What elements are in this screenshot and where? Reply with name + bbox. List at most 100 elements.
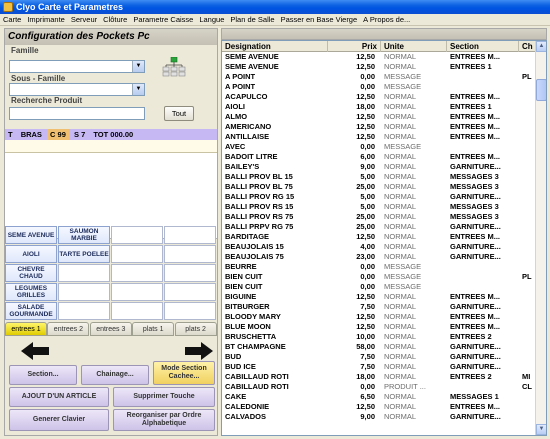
table-cell: BUD [225, 352, 242, 361]
table-row[interactable]: BARDITAGE 12,50 NORMAL ENTREES M... [222, 232, 536, 242]
category-tab[interactable]: entrees 2 [47, 322, 90, 336]
scroll-thumb[interactable] [536, 79, 546, 101]
famille-combo[interactable]: ▼ [9, 60, 145, 73]
table-row[interactable]: BADOIT LITRE 6,00 NORMAL ENTREES M... [222, 152, 536, 162]
menu-item[interactable]: Passer en Base Vierge [278, 14, 361, 26]
category-tab[interactable]: plats 1 [132, 322, 175, 336]
table-row[interactable]: BAILEY'S 9,00 NORMAL GARNITURE... [222, 162, 536, 172]
table-row[interactable]: CABILLAUD ROTI 0,00 PRODUIT ... CL [222, 382, 536, 392]
quick-product-key[interactable]: CHEVRE CHAUD [5, 264, 57, 282]
column-header[interactable]: Designation [222, 41, 328, 52]
recherche-produit-input[interactable] [9, 107, 145, 120]
table-row[interactable]: CAKE 6,50 NORMAL MESSAGES 1 [222, 392, 536, 402]
table-row[interactable]: BITBURGER 7,50 NORMAL GARNITURE... [222, 302, 536, 312]
table-row[interactable]: BALLI PROV RG 15 5,00 NORMAL GARNITURE... [222, 192, 536, 202]
table-row[interactable]: BIGUINE 12,50 NORMAL ENTREES M... [222, 292, 536, 302]
menu-item[interactable]: Langue [196, 14, 227, 26]
table-cell: GARNITURE... [450, 342, 501, 351]
mode-section-cachee-button[interactable]: Mode Section Cachee... [153, 361, 215, 385]
menu-item[interactable]: Plan de Salle [227, 14, 277, 26]
table-row[interactable]: CALVADOS 9,00 NORMAL GARNITURE... [222, 412, 536, 422]
table-row[interactable]: BEURRE 0,00 MESSAGE [222, 262, 536, 272]
table-row[interactable]: CALEDONIE 12,50 NORMAL ENTREES M... [222, 402, 536, 412]
table-row[interactable]: CABILLAUD ROTI 18,00 NORMAL ENTREES 2 MI [222, 372, 536, 382]
menu-item[interactable]: Imprimante [24, 14, 68, 26]
empty-key[interactable] [111, 264, 163, 282]
empty-key[interactable] [111, 245, 163, 263]
generer-clavier-button[interactable]: Generer Clavier [9, 409, 109, 431]
table-row[interactable]: AIOLI 18,00 NORMAL ENTREES 1 [222, 102, 536, 112]
articles-table[interactable]: Designation Prix Unite Section Ch SEME AVENU… [221, 40, 547, 436]
quick-product-key[interactable]: SEME AVENUE [5, 226, 57, 244]
table-row[interactable]: BRUSCHETTA 10,00 NORMAL ENTREES 2 [222, 332, 536, 342]
category-tab[interactable]: entrees 3 [89, 322, 132, 336]
table-cell: NORMAL [384, 192, 417, 201]
column-header[interactable]: Ch [519, 41, 536, 52]
empty-key[interactable] [58, 302, 110, 320]
column-header[interactable]: Prix [328, 41, 381, 52]
table-row[interactable]: ALMO 12,50 NORMAL ENTREES M... [222, 112, 536, 122]
category-tab[interactable]: entrees 1 [5, 322, 47, 336]
menu-item[interactable]: Parametre Caisse [130, 14, 196, 26]
empty-key[interactable] [111, 226, 163, 244]
menu-item[interactable]: Clôture [100, 14, 130, 26]
section-button[interactable]: Section... [9, 365, 77, 385]
category-tab[interactable]: plats 2 [174, 322, 217, 336]
empty-key[interactable] [164, 283, 216, 301]
table-row[interactable]: BUD 7,50 NORMAL GARNITURE... [222, 352, 536, 362]
scroll-down-icon[interactable]: ▼ [536, 424, 546, 435]
table-row[interactable]: BIEN CUIT 0,00 MESSAGE [222, 282, 536, 292]
table-row[interactable]: BALLI PROV BL 15 5,00 NORMAL MESSAGES 3 [222, 172, 536, 182]
table-row[interactable]: BALLI PROV RS 15 5,00 NORMAL MESSAGES 3 [222, 202, 536, 212]
scroll-up-icon[interactable]: ▲ [536, 41, 546, 52]
table-row[interactable]: BT CHAMPAGNE 58,00 NORMAL GARNITURE... [222, 342, 536, 352]
table-row[interactable]: BUD ICE 7,50 NORMAL GARNITURE... [222, 362, 536, 372]
table-row[interactable]: ACAPULCO 12,50 NORMAL ENTREES M... [222, 92, 536, 102]
table-row[interactable]: BLOODY MARY 12,50 NORMAL ENTREES M... [222, 312, 536, 322]
table-row[interactable]: BEAUJOLAIS 75 23,00 NORMAL GARNITURE... [222, 252, 536, 262]
ajout-article-button[interactable]: AJOUT D'UN ARTICLE [9, 387, 109, 407]
table-row[interactable]: AVEC 0,00 MESSAGE [222, 142, 536, 152]
table-row[interactable]: BALLI PROV RS 75 25,00 NORMAL MESSAGES 3 [222, 212, 536, 222]
empty-key[interactable] [58, 264, 110, 282]
table-row[interactable]: BALLI PROV BL 75 25,00 NORMAL MESSAGES 3 [222, 182, 536, 192]
empty-key[interactable] [164, 226, 216, 244]
empty-key[interactable] [164, 245, 216, 263]
empty-key[interactable] [111, 302, 163, 320]
empty-key[interactable] [111, 283, 163, 301]
chevron-down-icon[interactable]: ▼ [132, 84, 144, 95]
arrow-right-icon[interactable] [183, 341, 215, 361]
chainage-button[interactable]: Chainage... [81, 365, 149, 385]
table-row[interactable]: AMERICANO 12,50 NORMAL ENTREES M... [222, 122, 536, 132]
empty-key[interactable] [164, 264, 216, 282]
table-row[interactable]: BEAUJOLAIS 15 4,00 NORMAL GARNITURE... [222, 242, 536, 252]
reorganiser-button[interactable]: Reorganiser par Ordre Alphabetique [113, 409, 215, 431]
supprimer-touche-button[interactable]: Supprimer Touche [113, 387, 215, 407]
chevron-down-icon[interactable]: ▼ [132, 61, 144, 72]
table-row[interactable]: A POINT 0,00 MESSAGE [222, 82, 536, 92]
table-row[interactable]: A POINT 0,00 MESSAGE PL [222, 72, 536, 82]
quick-product-key[interactable]: SALADE GOURMANDE [5, 302, 57, 320]
quick-product-key[interactable]: TARTE POELEE [58, 245, 110, 263]
quick-product-key[interactable]: SAUMON MARBIE [58, 226, 110, 244]
sous-famille-combo[interactable]: ▼ [9, 83, 145, 96]
column-header[interactable]: Section [447, 41, 519, 52]
tout-button[interactable]: Tout [164, 106, 194, 121]
menu-item[interactable]: Serveur [68, 14, 100, 26]
table-row[interactable]: BALLI PRPV RG 75 25,00 NORMAL GARNITURE... [222, 222, 536, 232]
empty-key[interactable] [164, 302, 216, 320]
column-header[interactable]: Unite [381, 41, 447, 52]
table-row[interactable]: BLUE MOON 12,50 NORMAL ENTREES M... [222, 322, 536, 332]
vertical-scrollbar[interactable]: ▲ ▼ [535, 41, 546, 435]
tree-structure-icon[interactable] [162, 57, 186, 77]
table-row[interactable]: SEME AVENUE 12,50 NORMAL ENTREES 1 [222, 62, 536, 72]
arrow-left-icon[interactable] [19, 341, 51, 361]
quick-product-key[interactable]: LEGUMES GRILLES [5, 283, 57, 301]
menu-item[interactable]: A Propos de... [360, 14, 413, 26]
empty-key[interactable] [58, 283, 110, 301]
table-row[interactable]: ANTILLAISE 12,50 NORMAL ENTREES M... [222, 132, 536, 142]
table-row[interactable]: BIEN CUIT 0,00 MESSAGE PL [222, 272, 536, 282]
quick-product-key[interactable]: AIOLI [5, 245, 57, 263]
table-row[interactable]: SEME AVENUE 12,50 NORMAL ENTREES M... [222, 52, 536, 62]
menu-item[interactable]: Carte [0, 14, 24, 26]
